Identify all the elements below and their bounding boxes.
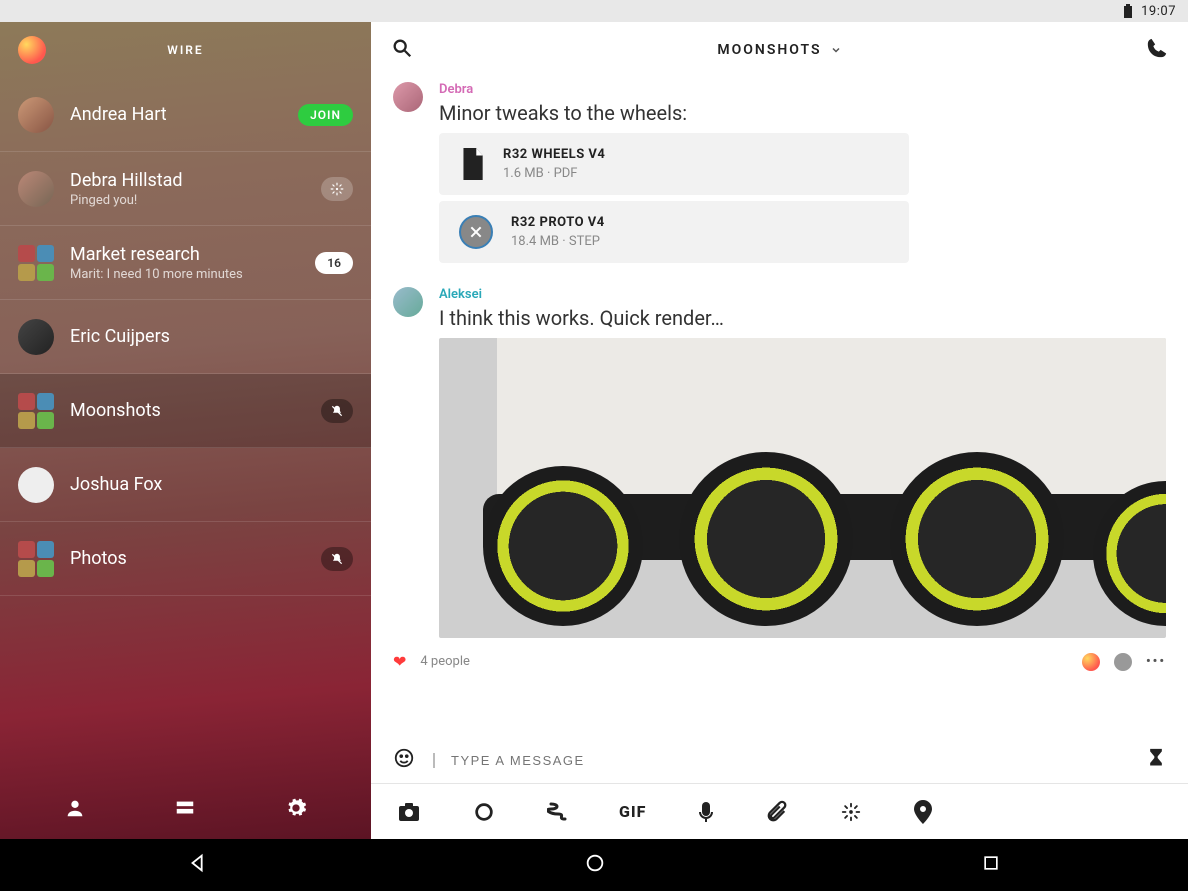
app-brand: WIRE — [62, 43, 309, 57]
ping-badge — [321, 177, 353, 201]
file-info: 1.6 MB · PDF — [503, 166, 605, 181]
avatar — [18, 319, 54, 355]
audio-icon[interactable] — [698, 800, 714, 824]
conversation-title: Market research — [70, 244, 299, 265]
contacts-icon[interactable] — [64, 797, 86, 823]
file-icon — [459, 148, 485, 180]
file-icon[interactable] — [766, 800, 788, 824]
reactor-avatar[interactable] — [1114, 653, 1132, 671]
image-attachment[interactable] — [439, 338, 1166, 638]
sidebar: WIRE Andrea Hart JOIN Debra Hillstad Pin… — [0, 22, 371, 839]
archive-icon[interactable] — [174, 797, 196, 823]
recents-button[interactable] — [981, 853, 1001, 877]
emoji-icon[interactable] — [393, 747, 415, 773]
conversation-list: Andrea Hart JOIN Debra Hillstad Pinged y… — [0, 78, 371, 781]
avatar — [18, 171, 54, 207]
compose-bar — [371, 736, 1188, 783]
conversation-photos[interactable]: Photos — [0, 522, 371, 596]
chat-title[interactable]: MOONSHOTS — [413, 42, 1146, 58]
file-name: R32 WHEELS V4 — [503, 147, 605, 162]
android-navbar — [0, 839, 1188, 891]
conversation-joshua[interactable]: Joshua Fox — [0, 448, 371, 522]
search-icon[interactable] — [391, 37, 413, 63]
call-icon[interactable] — [1146, 37, 1168, 63]
status-time: 19:07 — [1141, 4, 1176, 19]
sidebar-footer — [0, 781, 371, 839]
conversation-title: Andrea Hart — [70, 104, 282, 125]
share-icon[interactable] — [840, 801, 862, 823]
file-attachment[interactable]: R32 WHEELS V4 1.6 MB · PDF — [439, 133, 909, 195]
statusbar: 19:07 — [0, 0, 1188, 22]
file-info: 18.4 MB · STEP — [511, 234, 605, 249]
mute-icon — [321, 399, 353, 423]
sender-name: Debra — [439, 82, 1166, 97]
message-text: I think this works. Quick render… — [439, 306, 1166, 330]
file-attachment-uploading[interactable]: R32 PROTO V4 18.4 MB · STEP — [439, 201, 909, 263]
avatar — [18, 467, 54, 503]
conversation-subtitle: Marit: I need 10 more minutes — [70, 267, 299, 282]
camera-icon[interactable] — [397, 801, 421, 823]
conversation-title: Joshua Fox — [70, 474, 353, 495]
self-avatar[interactable] — [18, 36, 46, 64]
group-avatar — [18, 541, 54, 577]
conversation-title: Photos — [70, 548, 305, 569]
message-text: Minor tweaks to the wheels: — [439, 101, 1166, 125]
chevron-down-icon — [830, 44, 842, 56]
settings-icon[interactable] — [285, 797, 307, 823]
like-icon[interactable]: ❤ — [393, 652, 406, 671]
conversation-debra[interactable]: Debra Hillstad Pinged you! — [0, 152, 371, 226]
group-avatar — [18, 393, 54, 429]
home-button[interactable] — [584, 852, 606, 878]
chat-title-text: MOONSHOTS — [717, 42, 821, 58]
group-avatar — [18, 245, 54, 281]
sender-name: Aleksei — [439, 287, 1166, 302]
chat-body: Debra Minor tweaks to the wheels: R32 WH… — [371, 78, 1188, 736]
chat-pane: MOONSHOTS Debra Minor tweaks to the whee… — [371, 22, 1188, 839]
conversation-eric[interactable]: Eric Cuijpers — [0, 300, 371, 374]
conversation-market-research[interactable]: Market research Marit: I need 10 more mi… — [0, 226, 371, 300]
cancel-upload-icon[interactable] — [459, 215, 493, 249]
conversation-title: Moonshots — [70, 400, 305, 421]
message-aleksei: Aleksei I think this works. Quick render… — [371, 283, 1188, 642]
conversation-title: Debra Hillstad — [70, 170, 305, 191]
message-debra: Debra Minor tweaks to the wheels: R32 WH… — [371, 78, 1188, 273]
conversation-moonshots[interactable]: Moonshots — [0, 374, 371, 448]
timed-message-icon[interactable] — [1146, 747, 1166, 773]
conversation-title: Eric Cuijpers — [70, 326, 353, 347]
sender-avatar[interactable] — [393, 82, 423, 112]
mute-icon — [321, 547, 353, 571]
reactor-avatar[interactable] — [1082, 653, 1100, 671]
conversation-subtitle: Pinged you! — [70, 193, 305, 208]
ping-icon[interactable] — [547, 800, 567, 824]
sidebar-header: WIRE — [0, 22, 371, 78]
attachment-toolbar: GIF — [371, 783, 1188, 839]
conversation-andrea[interactable]: Andrea Hart JOIN — [0, 78, 371, 152]
join-badge[interactable]: JOIN — [298, 104, 353, 126]
battery-icon — [1123, 4, 1133, 18]
message-input[interactable] — [451, 753, 1128, 768]
reactions-bar: ❤ 4 people ••• — [371, 642, 1188, 679]
location-icon[interactable] — [914, 800, 932, 824]
file-name: R32 PROTO V4 — [511, 215, 605, 230]
sketch-icon[interactable] — [473, 801, 495, 823]
more-icon[interactable]: ••• — [1146, 654, 1166, 669]
back-button[interactable] — [187, 852, 209, 878]
unread-badge: 16 — [315, 252, 353, 274]
sender-avatar[interactable] — [393, 287, 423, 317]
avatar — [18, 97, 54, 133]
chat-header: MOONSHOTS — [371, 22, 1188, 78]
like-count: 4 people — [420, 654, 470, 669]
gif-icon[interactable]: GIF — [619, 802, 646, 821]
